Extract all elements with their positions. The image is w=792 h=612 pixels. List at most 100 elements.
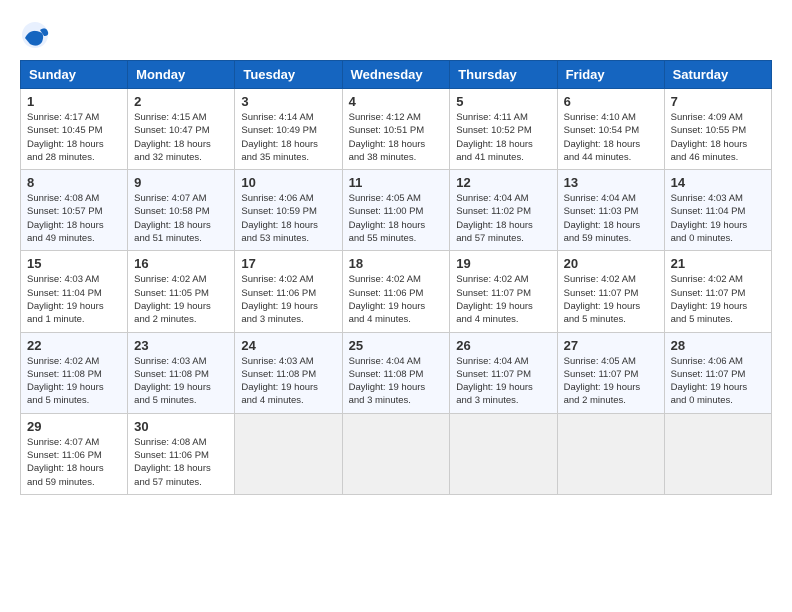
day-number: 16 xyxy=(134,256,228,271)
day-number: 8 xyxy=(27,175,121,190)
calendar-week-row: 1 Sunrise: 4:17 AM Sunset: 10:45 PM Dayli… xyxy=(21,89,772,170)
calendar-cell: 26 Sunrise: 4:04 AM Sunset: 11:07 PM Dayl… xyxy=(450,332,557,413)
day-number: 3 xyxy=(241,94,335,109)
calendar-cell: 6 Sunrise: 4:10 AM Sunset: 10:54 PM Dayli… xyxy=(557,89,664,170)
day-number: 23 xyxy=(134,338,228,353)
calendar-cell: 9Sunrise: 4:07 AM Sunset: 10:58 PM Dayli… xyxy=(128,170,235,251)
day-info: Sunrise: 4:04 AM Sunset: 11:02 PM Daylig… xyxy=(456,192,550,245)
calendar-cell xyxy=(235,413,342,494)
header-monday: Monday xyxy=(128,61,235,89)
day-number: 29 xyxy=(27,419,121,434)
day-number: 18 xyxy=(349,256,444,271)
calendar-cell: 8 Sunrise: 4:08 AM Sunset: 10:57 PM Dayli… xyxy=(21,170,128,251)
header-wednesday: Wednesday xyxy=(342,61,450,89)
day-info: Sunrise: 4:08 AM Sunset: 11:06 PM Daylig… xyxy=(134,436,228,489)
day-info: Sunrise: 4:07 AM Sunset: 11:06 PM Daylig… xyxy=(27,436,121,489)
calendar-cell: 19 Sunrise: 4:02 AM Sunset: 11:07 PM Dayl… xyxy=(450,251,557,332)
day-info: Sunrise: 4:05 AM Sunset: 11:00 PM Daylig… xyxy=(349,192,444,245)
day-info: Sunrise: 4:05 AM Sunset: 11:07 PM Daylig… xyxy=(564,355,658,408)
calendar-cell: 20Sunrise: 4:02 AM Sunset: 11:07 PM Dayl… xyxy=(557,251,664,332)
calendar-cell: 11 Sunrise: 4:05 AM Sunset: 11:00 PM Dayl… xyxy=(342,170,450,251)
day-info: Sunrise: 4:07 AM Sunset: 10:58 PM Daylig… xyxy=(134,192,228,245)
day-number: 12 xyxy=(456,175,550,190)
day-number: 26 xyxy=(456,338,550,353)
calendar-cell: 23 Sunrise: 4:03 AM Sunset: 11:08 PM Dayl… xyxy=(128,332,235,413)
calendar-cell: 1 Sunrise: 4:17 AM Sunset: 10:45 PM Dayli… xyxy=(21,89,128,170)
calendar-week-row: 29 Sunrise: 4:07 AM Sunset: 11:06 PM Dayl… xyxy=(21,413,772,494)
day-info: Sunrise: 4:11 AM Sunset: 10:52 PM Daylig… xyxy=(456,111,550,164)
day-info: Sunrise: 4:02 AM Sunset: 11:07 PM Daylig… xyxy=(564,273,658,326)
calendar-cell: 27 Sunrise: 4:05 AM Sunset: 11:07 PM Dayl… xyxy=(557,332,664,413)
day-info: Sunrise: 4:17 AM Sunset: 10:45 PM Daylig… xyxy=(27,111,121,164)
calendar-cell xyxy=(450,413,557,494)
day-info: Sunrise: 4:02 AM Sunset: 11:05 PM Daylig… xyxy=(134,273,228,326)
day-number: 14 xyxy=(671,175,765,190)
day-number: 21 xyxy=(671,256,765,271)
day-info: Sunrise: 4:03 AM Sunset: 11:04 PM Daylig… xyxy=(671,192,765,245)
calendar-cell xyxy=(664,413,771,494)
calendar-week-row: 15 Sunrise: 4:03 AM Sunset: 11:04 PM Dayl… xyxy=(21,251,772,332)
calendar-cell: 14 Sunrise: 4:03 AM Sunset: 11:04 PM Dayl… xyxy=(664,170,771,251)
day-info: Sunrise: 4:02 AM Sunset: 11:07 PM Daylig… xyxy=(671,273,765,326)
day-info: Sunrise: 4:02 AM Sunset: 11:06 PM Daylig… xyxy=(349,273,444,326)
day-number: 2 xyxy=(134,94,228,109)
calendar-cell: 28 Sunrise: 4:06 AM Sunset: 11:07 PM Dayl… xyxy=(664,332,771,413)
day-info: Sunrise: 4:06 AM Sunset: 11:07 PM Daylig… xyxy=(671,355,765,408)
day-info: Sunrise: 4:02 AM Sunset: 11:08 PM Daylig… xyxy=(27,355,121,408)
calendar-cell: 17 Sunrise: 4:02 AM Sunset: 11:06 PM Dayl… xyxy=(235,251,342,332)
day-info: Sunrise: 4:04 AM Sunset: 11:07 PM Daylig… xyxy=(456,355,550,408)
day-info: Sunrise: 4:03 AM Sunset: 11:04 PM Daylig… xyxy=(27,273,121,326)
day-number: 30 xyxy=(134,419,228,434)
day-number: 4 xyxy=(349,94,444,109)
calendar-cell: 15 Sunrise: 4:03 AM Sunset: 11:04 PM Dayl… xyxy=(21,251,128,332)
day-number: 1 xyxy=(27,94,121,109)
calendar-cell: 24 Sunrise: 4:03 AM Sunset: 11:08 PM Dayl… xyxy=(235,332,342,413)
calendar-cell: 21 Sunrise: 4:02 AM Sunset: 11:07 PM Dayl… xyxy=(664,251,771,332)
day-info: Sunrise: 4:09 AM Sunset: 10:55 PM Daylig… xyxy=(671,111,765,164)
day-info: Sunrise: 4:14 AM Sunset: 10:49 PM Daylig… xyxy=(241,111,335,164)
day-info: Sunrise: 4:04 AM Sunset: 11:03 PM Daylig… xyxy=(564,192,658,245)
day-number: 28 xyxy=(671,338,765,353)
day-number: 22 xyxy=(27,338,121,353)
calendar-cell: 30 Sunrise: 4:08 AM Sunset: 11:06 PM Dayl… xyxy=(128,413,235,494)
day-info: Sunrise: 4:08 AM Sunset: 10:57 PM Daylig… xyxy=(27,192,121,245)
day-number: 11 xyxy=(349,175,444,190)
day-info: Sunrise: 4:10 AM Sunset: 10:54 PM Daylig… xyxy=(564,111,658,164)
calendar-cell: 25Sunrise: 4:04 AM Sunset: 11:08 PM Dayl… xyxy=(342,332,450,413)
day-info: Sunrise: 4:06 AM Sunset: 10:59 PM Daylig… xyxy=(241,192,335,245)
header-saturday: Saturday xyxy=(664,61,771,89)
calendar-cell: 7Sunrise: 4:09 AM Sunset: 10:55 PM Dayli… xyxy=(664,89,771,170)
calendar-table: Sunday Monday Tuesday Wednesday Thursday… xyxy=(20,60,772,495)
day-number: 19 xyxy=(456,256,550,271)
logo-icon xyxy=(20,20,50,50)
calendar-week-row: 22 Sunrise: 4:02 AM Sunset: 11:08 PM Dayl… xyxy=(21,332,772,413)
day-number: 15 xyxy=(27,256,121,271)
day-info: Sunrise: 4:12 AM Sunset: 10:51 PM Daylig… xyxy=(349,111,444,164)
day-info: Sunrise: 4:03 AM Sunset: 11:08 PM Daylig… xyxy=(241,355,335,408)
day-info: Sunrise: 4:02 AM Sunset: 11:07 PM Daylig… xyxy=(456,273,550,326)
day-info: Sunrise: 4:03 AM Sunset: 11:08 PM Daylig… xyxy=(134,355,228,408)
calendar-cell: 18 Sunrise: 4:02 AM Sunset: 11:06 PM Dayl… xyxy=(342,251,450,332)
header-tuesday: Tuesday xyxy=(235,61,342,89)
calendar-cell: 13 Sunrise: 4:04 AM Sunset: 11:03 PM Dayl… xyxy=(557,170,664,251)
calendar-cell: 12 Sunrise: 4:04 AM Sunset: 11:02 PM Dayl… xyxy=(450,170,557,251)
calendar-cell: 2 Sunrise: 4:15 AM Sunset: 10:47 PM Dayli… xyxy=(128,89,235,170)
weekday-header-row: Sunday Monday Tuesday Wednesday Thursday… xyxy=(21,61,772,89)
day-number: 13 xyxy=(564,175,658,190)
day-info: Sunrise: 4:02 AM Sunset: 11:06 PM Daylig… xyxy=(241,273,335,326)
calendar-cell: 16 Sunrise: 4:02 AM Sunset: 11:05 PM Dayl… xyxy=(128,251,235,332)
day-number: 27 xyxy=(564,338,658,353)
calendar-cell: 22 Sunrise: 4:02 AM Sunset: 11:08 PM Dayl… xyxy=(21,332,128,413)
calendar-cell: 10Sunrise: 4:06 AM Sunset: 10:59 PM Dayl… xyxy=(235,170,342,251)
day-number: 17 xyxy=(241,256,335,271)
day-number: 6 xyxy=(564,94,658,109)
calendar-cell: 4 Sunrise: 4:12 AM Sunset: 10:51 PM Dayli… xyxy=(342,89,450,170)
calendar-cell: 3 Sunrise: 4:14 AM Sunset: 10:49 PM Dayli… xyxy=(235,89,342,170)
calendar-cell xyxy=(557,413,664,494)
day-number: 25 xyxy=(349,338,444,353)
day-number: 5 xyxy=(456,94,550,109)
header-thursday: Thursday xyxy=(450,61,557,89)
day-info: Sunrise: 4:15 AM Sunset: 10:47 PM Daylig… xyxy=(134,111,228,164)
day-number: 24 xyxy=(241,338,335,353)
calendar-week-row: 8 Sunrise: 4:08 AM Sunset: 10:57 PM Dayli… xyxy=(21,170,772,251)
